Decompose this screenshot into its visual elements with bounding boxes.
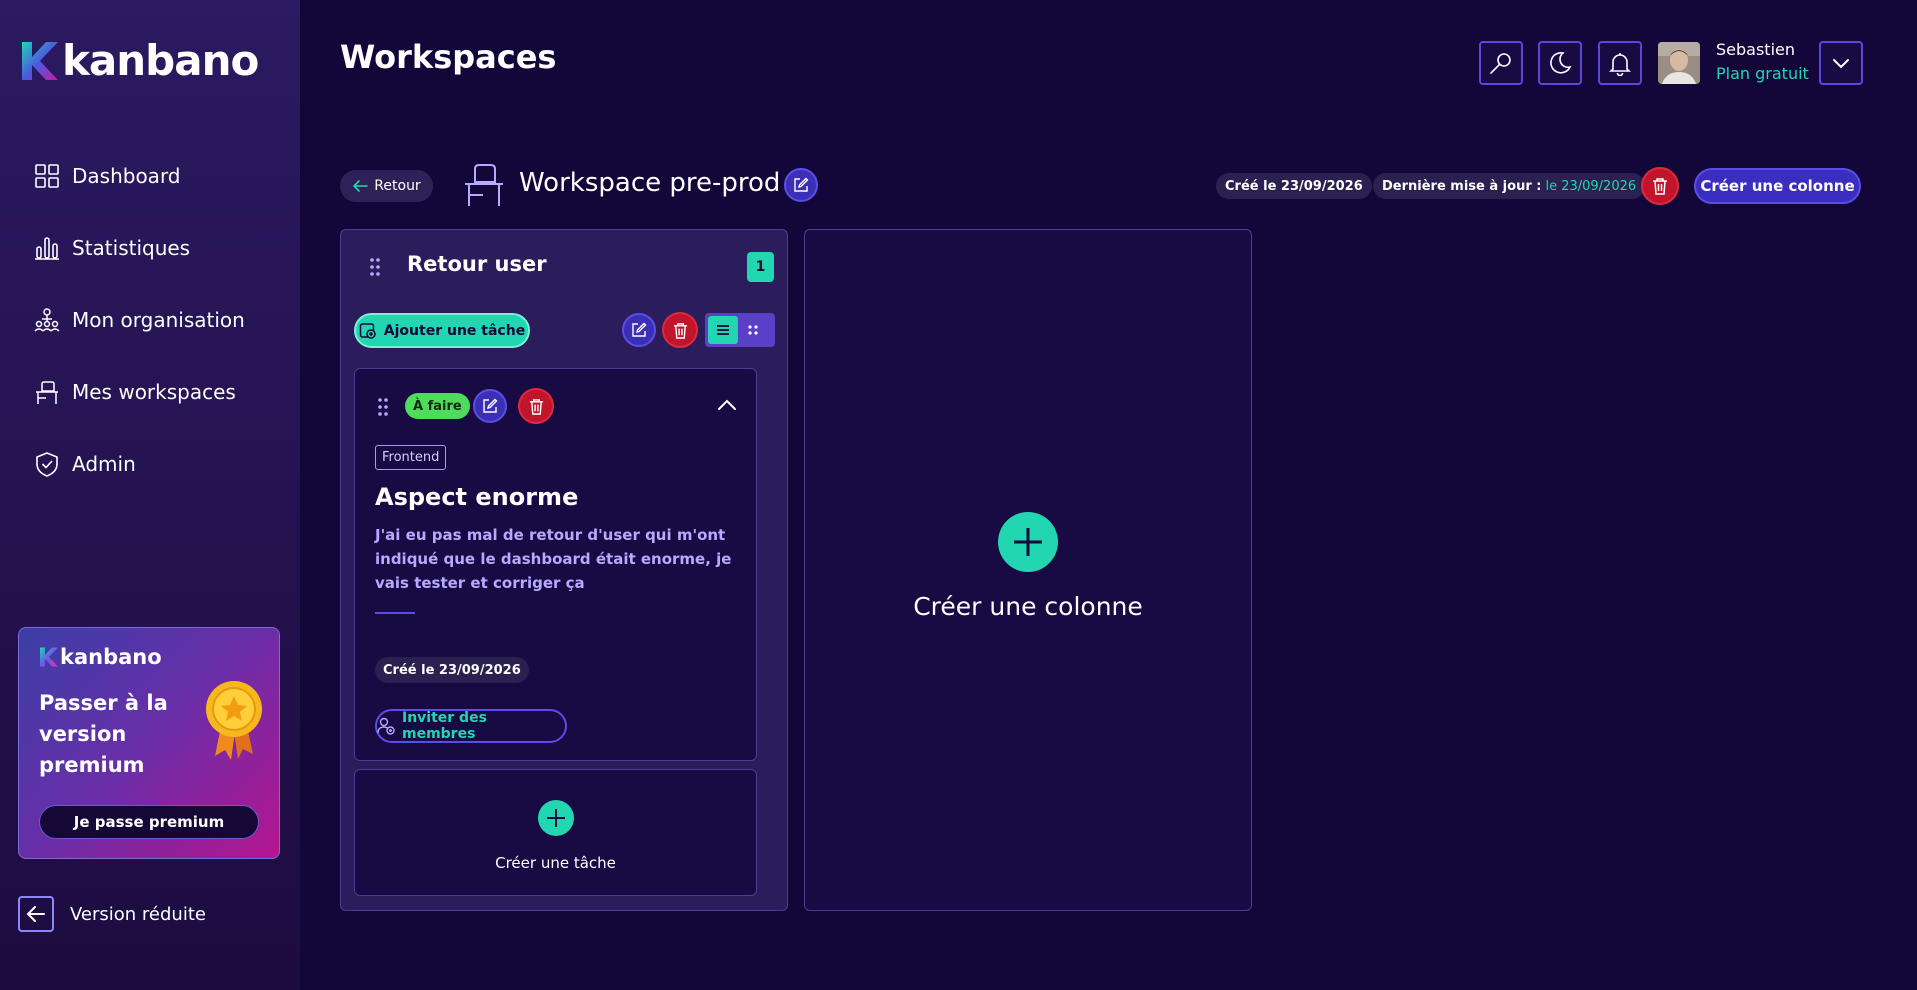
premium-promo-card: kanbano Passer à la version premium Je p… (18, 627, 280, 859)
plus-icon (998, 512, 1058, 572)
arrow-left-icon (18, 896, 54, 932)
user-name: Sebastien (1716, 40, 1795, 59)
collapse-sidebar-button[interactable]: Version réduite (18, 896, 206, 932)
user-menu-button[interactable] (1819, 41, 1863, 85)
chevron-down-icon (1833, 59, 1849, 69)
trash-icon (673, 322, 687, 339)
dots-grid-icon (748, 325, 758, 335)
list-icon (717, 325, 729, 335)
invite-label: Inviter des membres (401, 710, 487, 742)
user-plan: Plan gratuit (1716, 64, 1809, 83)
task-tag: Frontend (375, 445, 447, 470)
list-view-button[interactable] (708, 316, 738, 344)
sidebar-item-label: Statistiques (72, 236, 191, 260)
promo-title: Passer à la version premium (39, 691, 168, 777)
arrow-left-icon (353, 180, 369, 192)
column-title: Retour user (407, 252, 547, 276)
medal-icon (206, 681, 262, 760)
theme-toggle-button[interactable] (1538, 41, 1582, 85)
create-task-button[interactable]: Créer une tâche (354, 769, 757, 896)
moon-icon (1550, 51, 1572, 74)
bar-chart-icon (35, 237, 59, 260)
edit-icon (794, 177, 809, 192)
search-icon (1490, 53, 1511, 74)
add-user-icon (377, 717, 395, 735)
sidebar-item-statistiques[interactable]: Statistiques (0, 212, 300, 284)
sidebar-item-workspaces[interactable]: Mes workspaces (0, 356, 300, 428)
create-column-label: Créer une colonne (913, 592, 1143, 621)
trash-icon (1653, 178, 1667, 195)
back-label: Retour (374, 178, 421, 194)
edit-task-button[interactable] (473, 389, 507, 423)
edit-icon (483, 398, 498, 413)
edit-icon (632, 322, 647, 337)
sidebar-item-label: Dashboard (72, 164, 181, 188)
create-task-label: Créer une tâche (495, 854, 616, 872)
add-task-label: Ajouter une tâche (383, 322, 526, 339)
sidebar-item-label: Admin (72, 452, 136, 476)
task-count-badge: 1 (747, 252, 774, 282)
task-description: J'ai eu pas mal de retour d'user qui m'o… (375, 526, 732, 592)
logo-mark-icon (22, 42, 58, 80)
sidebar-item-label: Mon organisation (72, 308, 245, 332)
page-title: Workspaces (340, 38, 557, 76)
collapse-label: Version réduite (70, 903, 206, 925)
go-premium-button[interactable]: Je passe premium (39, 805, 259, 839)
invite-members-button[interactable]: Inviter des membres (375, 709, 567, 743)
created-date-badge: Créé le 23/09/2026 (1216, 173, 1372, 199)
edit-workspace-button[interactable] (784, 168, 818, 202)
created-date: Créé le 23/09/2026 (1225, 178, 1363, 194)
promo-logo-text: kanbano (60, 644, 162, 669)
compact-view-button[interactable] (738, 316, 768, 344)
create-column-button[interactable]: Créer une colonne (1694, 168, 1861, 204)
task-card[interactable]: À faire Frontend Aspect enorme J'ai eu p… (354, 368, 757, 761)
edit-column-button[interactable] (622, 313, 656, 347)
avatar[interactable] (1658, 42, 1700, 84)
status-badge[interactable]: À faire (405, 393, 470, 419)
desk-icon (465, 164, 503, 206)
sidebar: kanbano Dashboard Statistiques Mon organ… (0, 0, 300, 990)
workspace-title: Workspace pre-prod (519, 168, 781, 198)
sidebar-item-label: Mes workspaces (72, 380, 236, 404)
chevron-up-icon[interactable] (717, 398, 737, 412)
shield-icon (36, 452, 58, 477)
divider (375, 612, 415, 614)
sidebar-nav: Dashboard Statistiques Mon organisation … (0, 140, 300, 500)
logo-mark-icon (40, 647, 58, 667)
delete-column-button[interactable] (662, 312, 698, 348)
delete-task-button[interactable] (518, 388, 554, 424)
grid-icon (35, 164, 59, 188)
delete-workspace-button[interactable] (1641, 167, 1679, 205)
task-title: Aspect enorme (375, 483, 579, 511)
updated-date: le 23/09/2026 (1545, 178, 1637, 194)
search-button[interactable] (1479, 41, 1523, 85)
notifications-button[interactable] (1598, 41, 1642, 85)
updated-date-badge: Dernière mise à jour : le 23/09/2026 (1373, 173, 1646, 199)
bell-icon (1609, 53, 1631, 76)
kanban-column: Retour user 1 Ajouter une tâche À faire … (340, 229, 788, 911)
plus-icon (538, 800, 574, 836)
add-task-icon (359, 322, 376, 339)
add-task-button[interactable]: Ajouter une tâche (354, 313, 530, 348)
sidebar-item-dashboard[interactable]: Dashboard (0, 140, 300, 212)
promo-logo: kanbano (39, 646, 162, 668)
create-column-placeholder[interactable]: Créer une colonne (804, 229, 1252, 911)
task-created-date: Créé le 23/09/2026 (375, 657, 529, 683)
app-logo[interactable]: kanbano (20, 36, 259, 85)
view-toggle (705, 313, 775, 347)
sidebar-item-admin[interactable]: Admin (0, 428, 300, 500)
org-chart-icon (34, 308, 60, 332)
drag-handle-icon[interactable] (377, 397, 389, 417)
updated-prefix: Dernière mise à jour : (1382, 178, 1542, 194)
back-button[interactable]: Retour (340, 170, 433, 202)
desk-icon (36, 381, 58, 404)
trash-icon (529, 398, 543, 415)
sidebar-item-organisation[interactable]: Mon organisation (0, 284, 300, 356)
logo-text: kanbano (62, 36, 259, 85)
drag-handle-icon[interactable] (369, 257, 381, 277)
